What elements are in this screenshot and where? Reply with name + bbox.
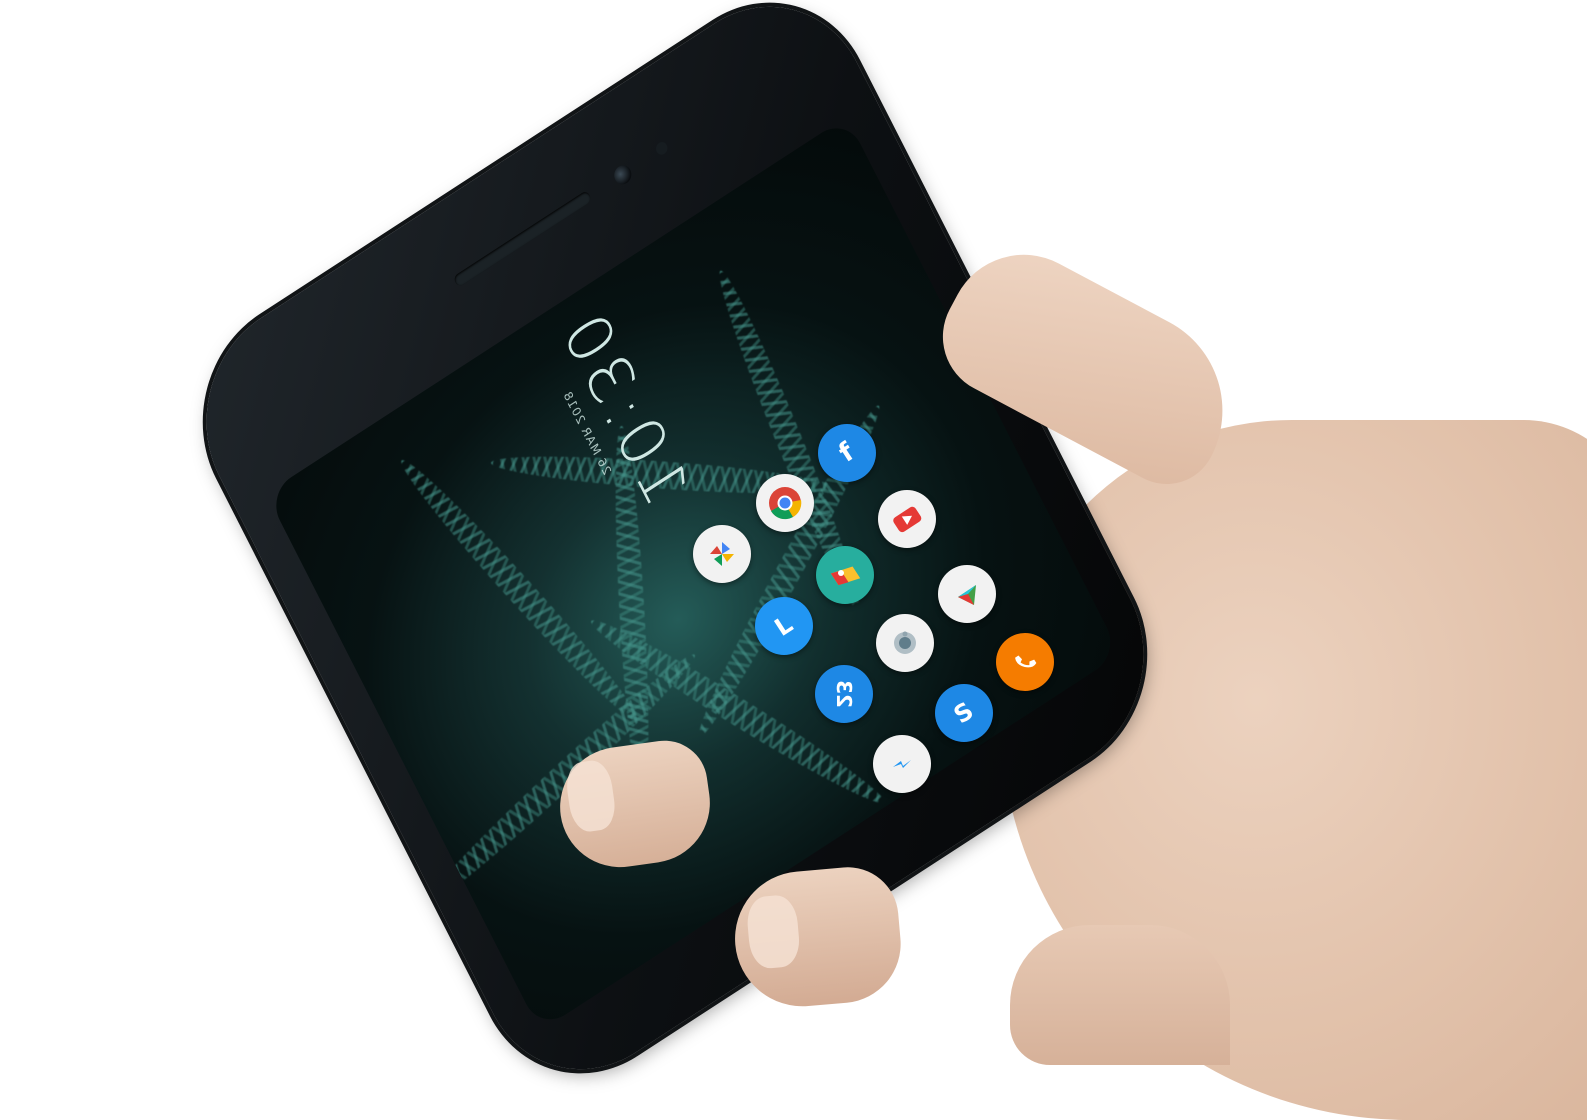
messenger-glyph bbox=[893, 760, 911, 768]
camera-app-icon[interactable] bbox=[876, 614, 934, 672]
fingernail bbox=[563, 758, 618, 834]
maps-icon[interactable] bbox=[816, 546, 874, 604]
chrome-icon[interactable] bbox=[756, 474, 814, 532]
phone: 10:30 26 MAR 2018 bbox=[169, 0, 1181, 1113]
fingernail bbox=[745, 893, 802, 970]
front-camera-icon bbox=[611, 161, 635, 188]
photo-scene: 10:30 26 MAR 2018 f L 23 S bbox=[0, 0, 1587, 1120]
chrome-glyph bbox=[769, 487, 802, 520]
skype-icon[interactable]: S bbox=[935, 684, 993, 742]
youtube-glyph bbox=[893, 506, 922, 533]
facebook-glyph: f bbox=[834, 437, 860, 469]
camera-app-glyph bbox=[894, 631, 916, 654]
proximity-sensor bbox=[653, 139, 670, 157]
maps-glyph bbox=[830, 566, 861, 586]
pinwheel-icon[interactable] bbox=[693, 525, 751, 583]
phone-app-icon[interactable] bbox=[996, 633, 1054, 691]
pinwheel-glyph bbox=[710, 542, 734, 566]
earpiece bbox=[452, 189, 593, 288]
facebook-icon[interactable]: f bbox=[818, 424, 876, 482]
messenger-icon[interactable] bbox=[873, 735, 931, 793]
clock-app-glyph: L bbox=[769, 610, 799, 642]
calendar-app-icon[interactable]: 23 bbox=[815, 665, 873, 723]
youtube-icon[interactable] bbox=[878, 490, 936, 548]
skype-glyph: S bbox=[949, 696, 979, 730]
finger-lower bbox=[1010, 925, 1230, 1065]
clock-app-icon[interactable]: L bbox=[755, 597, 813, 655]
phone-handset-icon bbox=[1015, 655, 1037, 668]
play-store-glyph bbox=[958, 585, 976, 605]
clock-widget: 10:30 26 MAR 2018 bbox=[535, 297, 701, 528]
lock-screen[interactable]: 10:30 26 MAR 2018 bbox=[266, 116, 1121, 1032]
play-store-icon[interactable] bbox=[938, 565, 996, 623]
calendar-app-glyph: 23 bbox=[832, 680, 856, 708]
